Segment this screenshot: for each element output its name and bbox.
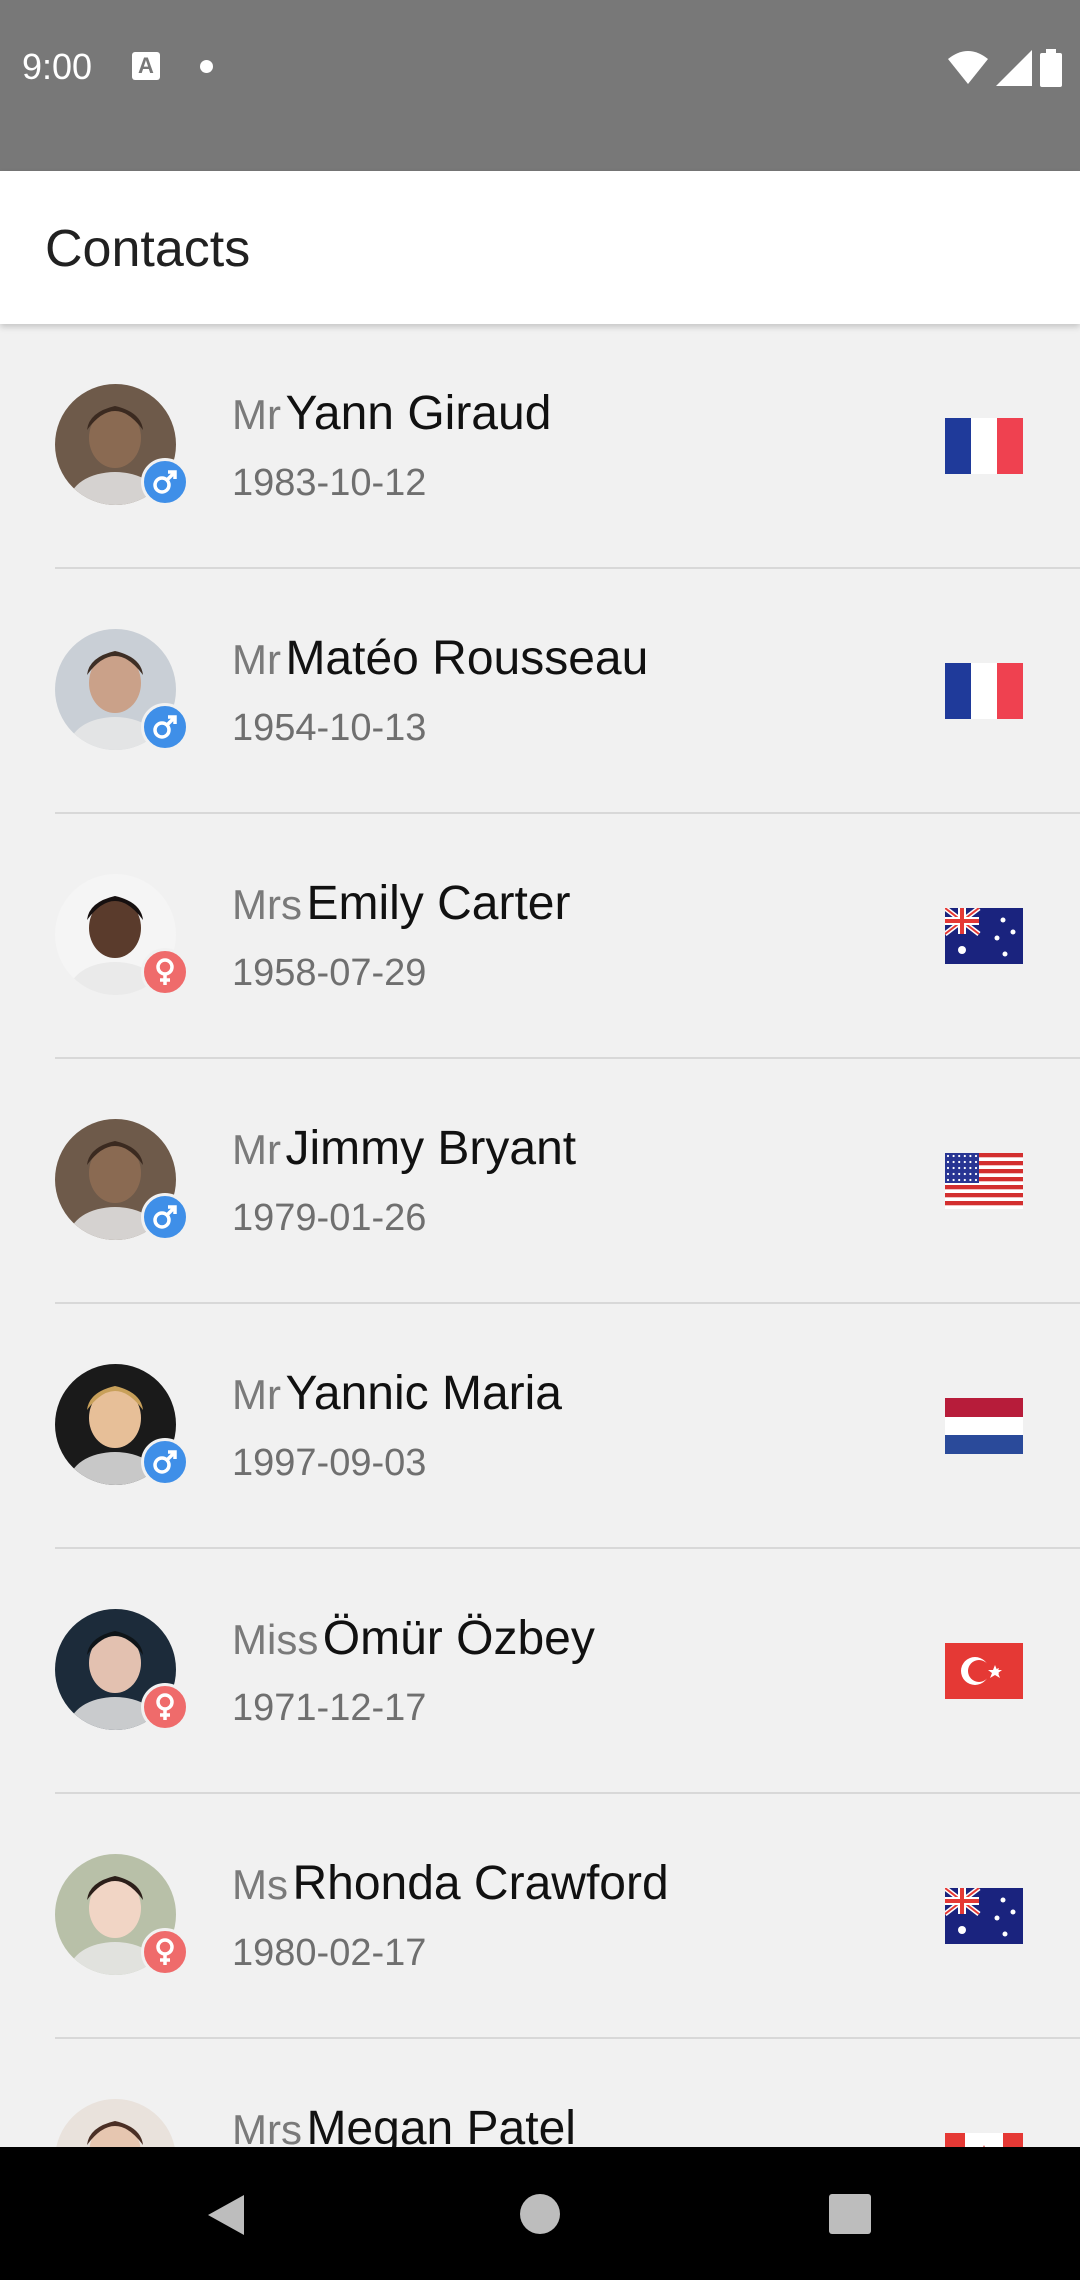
contact-name: Jimmy Bryant [285, 1122, 577, 1175]
female-gender-icon [141, 948, 189, 996]
female-gender-icon [141, 1683, 189, 1731]
contact-row[interactable]: Mrs Megan Patel [0, 2039, 1080, 2147]
male-gender-icon [141, 703, 189, 751]
contact-title: Mr [232, 391, 281, 438]
contact-name-line: Mr Yann Giraud [232, 386, 551, 441]
australia-flag [945, 1888, 1023, 1944]
netherlands-flag [945, 1398, 1023, 1454]
wifi-icon [948, 51, 988, 84]
contact-row[interactable]: Mr Yann Giraud 1983-10-12 [0, 324, 1080, 569]
male-gender-icon [141, 1438, 189, 1486]
recents-button[interactable] [829, 2194, 871, 2234]
signal-icon [996, 50, 1032, 86]
contact-name-line: Mr Jimmy Bryant [232, 1121, 576, 1176]
contact-list[interactable]: Mr Yann Giraud 1983-10-12 Mr Matéo Rouss… [0, 324, 1080, 2147]
male-gender-icon [141, 458, 189, 506]
app-bar: Contacts [0, 171, 1080, 324]
contact-name-line: Mr Matéo Rousseau [232, 631, 648, 686]
contact-birthdate: 1958-07-29 [232, 952, 427, 994]
avatar [55, 2099, 176, 2147]
contact-name-line: Mrs Emily Carter [232, 876, 570, 931]
contact-title: Mrs [232, 881, 302, 928]
contact-title: Miss [232, 1616, 319, 1663]
canada-flag [945, 2133, 1023, 2147]
status-time: 9:00 [22, 46, 93, 87]
contact-title: Mr [232, 1126, 281, 1173]
contact-title: Mr [232, 636, 281, 683]
contact-birthdate: 1983-10-12 [232, 462, 427, 504]
status-icons [948, 48, 1062, 88]
contact-name: Emily Carter [306, 877, 571, 930]
notification-dot-icon [200, 60, 213, 73]
male-gender-icon [141, 1193, 189, 1241]
contact-row[interactable]: Mr Yannic Maria 1997-09-03 [0, 1304, 1080, 1549]
navigation-bar [0, 2147, 1080, 2280]
contact-title: Ms [232, 1861, 288, 1908]
contact-birthdate: 1979-01-26 [232, 1197, 427, 1239]
contact-row[interactable]: Miss Ömür Özbey 1971-12-17 [0, 1549, 1080, 1794]
page-title: Contacts [45, 220, 251, 278]
contact-name-line: Ms Rhonda Crawford [232, 1856, 669, 1911]
phone-screen: 9:00 A Contacts Mr Yann Giraud 1983-10-1… [0, 0, 1080, 2280]
usa-flag [945, 1153, 1023, 1209]
contact-birthdate: 1997-09-03 [232, 1442, 427, 1484]
contact-name-line: Mrs Megan Patel [232, 2101, 576, 2147]
france-flag [945, 663, 1023, 719]
contact-row[interactable]: Mr Matéo Rousseau 1954-10-13 [0, 569, 1080, 814]
notification-a-icon: A [132, 52, 160, 80]
contact-name: Yannic Maria [285, 1367, 562, 1420]
contact-name-line: Miss Ömür Özbey [232, 1611, 595, 1666]
contact-birthdate: 1971-12-17 [232, 1687, 427, 1729]
back-button[interactable] [204, 2193, 246, 2237]
contact-birthdate: 1980-02-17 [232, 1932, 427, 1974]
status-bar: 9:00 A [0, 0, 1080, 171]
contact-name-line: Mr Yannic Maria [232, 1366, 562, 1421]
contact-name: Megan Patel [306, 2102, 576, 2147]
contact-birthdate: 1954-10-13 [232, 707, 427, 749]
contact-name: Matéo Rousseau [285, 632, 649, 685]
female-gender-icon [141, 1928, 189, 1976]
contact-row[interactable]: Mrs Emily Carter 1958-07-29 [0, 814, 1080, 1059]
france-flag [945, 418, 1023, 474]
australia-flag [945, 908, 1023, 964]
turkey-flag [945, 1643, 1023, 1699]
home-button[interactable] [519, 2193, 561, 2235]
contact-title: Mrs [232, 2106, 302, 2147]
contact-name: Yann Giraud [285, 387, 552, 440]
contact-title: Mr [232, 1371, 281, 1418]
contact-name: Ömür Özbey [322, 1612, 595, 1665]
contact-row[interactable]: Mr Jimmy Bryant 1979-01-26 [0, 1059, 1080, 1304]
contact-name: Rhonda Crawford [292, 1857, 669, 1910]
battery-icon [1040, 49, 1062, 87]
contact-row[interactable]: Ms Rhonda Crawford 1980-02-17 [0, 1794, 1080, 2039]
